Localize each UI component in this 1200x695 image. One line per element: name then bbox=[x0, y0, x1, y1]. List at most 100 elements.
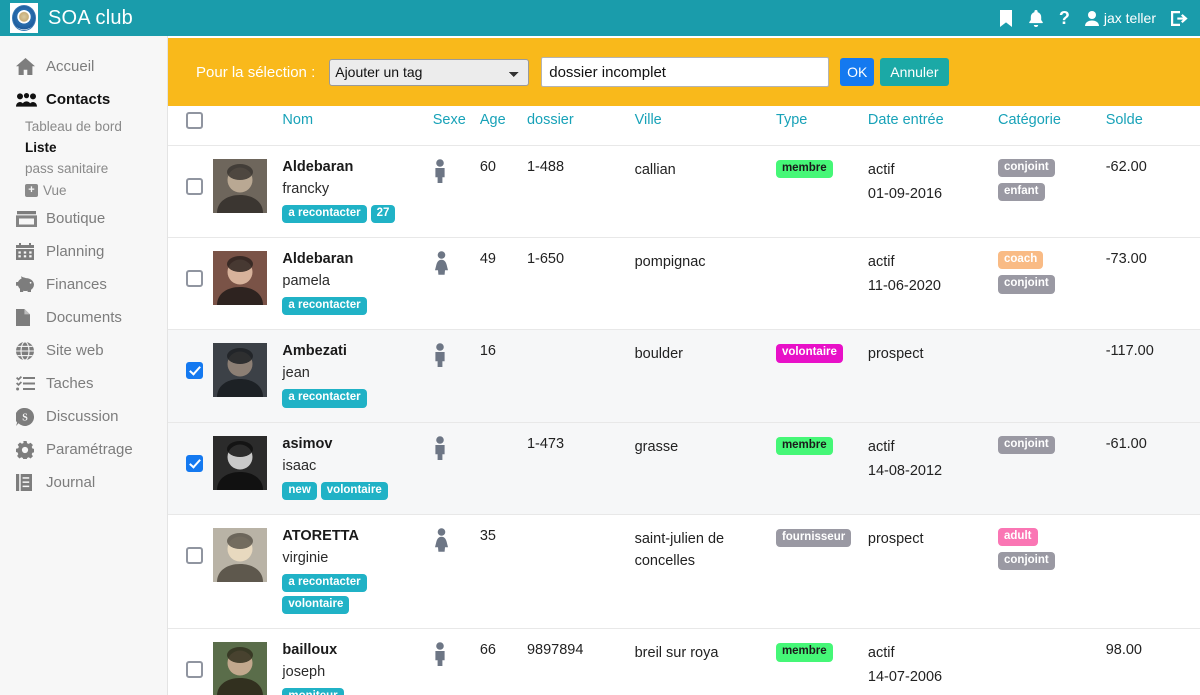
categorie-cell: conjoint bbox=[998, 421, 1106, 515]
contact-tag[interactable]: a recontacter bbox=[282, 205, 367, 224]
date-text: 14-08-2012 bbox=[867, 462, 943, 479]
row-select-cell[interactable] bbox=[168, 144, 213, 238]
table-row[interactable]: ATORETTA virginie a recontacter volontaire 3… bbox=[168, 513, 1200, 629]
contact-tag[interactable]: volontaire bbox=[282, 596, 350, 615]
select-all-checkbox[interactable] bbox=[186, 112, 203, 129]
name-cell[interactable]: asimov isaac new volontaire bbox=[282, 421, 433, 515]
row-checkbox[interactable] bbox=[186, 362, 203, 380]
column-ville[interactable]: Ville bbox=[635, 106, 776, 146]
contact-tag[interactable]: a recontacter bbox=[282, 389, 367, 408]
column-categorie[interactable]: Catégorie bbox=[998, 106, 1106, 146]
ok-button[interactable]: OK bbox=[840, 58, 875, 86]
table-row[interactable]: Aldebaran pamela a recontacter 49 1-650 pompi… bbox=[168, 237, 1200, 330]
sidebar-item-finances[interactable]: Finances bbox=[0, 268, 167, 301]
table-row[interactable]: Ambezati jean a recontacter 16 boulder volont… bbox=[168, 329, 1200, 423]
sidebar-subitem-liste[interactable]: Liste bbox=[0, 137, 167, 158]
name-cell[interactable]: ATORETTA virginie a recontacter volontaire bbox=[282, 513, 433, 629]
row-select-cell[interactable] bbox=[168, 513, 213, 629]
brand-name: SOA club bbox=[48, 6, 133, 29]
table-row[interactable]: Aldebaran francky a recontacter 27 60 1-488 ca… bbox=[168, 144, 1200, 238]
contact-firstname: isaac bbox=[282, 457, 317, 474]
sidebar-item-boutique[interactable]: Boutique bbox=[0, 202, 167, 235]
row-select-cell[interactable] bbox=[168, 329, 213, 423]
contact-firstname: joseph bbox=[282, 664, 326, 681]
column-solde[interactable]: Solde bbox=[1106, 106, 1200, 146]
column-sexe[interactable]: Sexe bbox=[433, 106, 480, 146]
avatar bbox=[212, 343, 283, 398]
male-icon bbox=[433, 642, 480, 667]
sidebar-item-planning[interactable]: Planning bbox=[0, 235, 167, 268]
age-cell bbox=[479, 421, 527, 515]
sidebar-subitem-pass-sanitaire[interactable]: pass sanitaire bbox=[0, 158, 167, 179]
contact-tag[interactable]: new bbox=[282, 481, 317, 500]
sidebar-item-site-web[interactable]: Site web bbox=[0, 334, 167, 367]
avatar-cell bbox=[212, 628, 283, 695]
column-dossier[interactable]: dossier bbox=[527, 106, 635, 146]
bell-icon[interactable] bbox=[1028, 9, 1044, 27]
type-cell: membre bbox=[775, 628, 868, 695]
dossier-cell bbox=[526, 329, 635, 423]
avatar-cell bbox=[212, 421, 283, 515]
sidebar-subitem-tableau-de-bord[interactable]: Tableau de bord bbox=[0, 116, 167, 137]
category-list: conjoint bbox=[998, 435, 1106, 454]
tag-list: a recontacter bbox=[282, 297, 412, 316]
row-checkbox[interactable] bbox=[186, 178, 203, 195]
row-select-cell[interactable] bbox=[168, 421, 213, 515]
column-type[interactable]: Type bbox=[776, 106, 868, 146]
sidebar-item-taches[interactable]: Taches bbox=[0, 367, 167, 400]
brand[interactable]: SOA club bbox=[0, 3, 133, 33]
row-checkbox[interactable] bbox=[186, 454, 203, 472]
name-cell[interactable]: Aldebaran pamela a recontacter bbox=[282, 237, 433, 330]
sidebar-item-journal[interactable]: Journal bbox=[0, 466, 167, 499]
sidebar-item-label: Planning bbox=[46, 243, 105, 260]
dossier-cell: 9897894 bbox=[526, 628, 635, 695]
name-cell[interactable]: Aldebaran francky a recontacter 27 bbox=[282, 144, 433, 238]
cancel-button[interactable]: Annuler bbox=[880, 58, 949, 86]
row-checkbox[interactable] bbox=[186, 661, 203, 679]
contact-tag[interactable]: 27 bbox=[370, 205, 396, 224]
tag-value-input[interactable] bbox=[541, 57, 830, 87]
help-icon[interactable]: ? bbox=[1059, 9, 1070, 27]
sidebar-item-accueil[interactable]: Accueil bbox=[0, 50, 167, 83]
sidebar-item-parametrage[interactable]: Paramétrage bbox=[0, 433, 167, 466]
avatar bbox=[212, 527, 283, 582]
sidebar-subitem-vue[interactable]: + Vue bbox=[0, 179, 167, 202]
status-text: prospect bbox=[867, 346, 924, 363]
contact-lastname: Ambezati bbox=[282, 343, 347, 360]
type-cell: membre bbox=[775, 421, 868, 515]
bookmark-icon[interactable] bbox=[999, 9, 1013, 27]
contact-firstname: virginie bbox=[282, 549, 329, 566]
bulk-action-select[interactable]: Ajouter un tag bbox=[329, 58, 530, 86]
column-date[interactable]: Date entrée bbox=[868, 106, 998, 146]
name-cell[interactable]: bailloux joseph moniteur bbox=[282, 628, 433, 695]
dossier-cell: 1-488 bbox=[526, 144, 635, 238]
selection-label: Pour la sélection : bbox=[196, 63, 316, 81]
plus-box-icon: + bbox=[25, 184, 38, 197]
contact-tag[interactable]: volontaire bbox=[320, 481, 388, 500]
dossier-cell: 1-473 bbox=[526, 421, 635, 515]
table-row[interactable]: bailloux joseph moniteur 669897894breil sur… bbox=[168, 628, 1200, 695]
category-list: adult conjoint bbox=[998, 527, 1106, 571]
tag-list: new volontaire bbox=[282, 481, 412, 500]
column-age[interactable]: Age bbox=[480, 106, 527, 146]
column-select-all[interactable] bbox=[168, 106, 213, 146]
gender-cell bbox=[432, 329, 480, 423]
name-cell[interactable]: Ambezati jean a recontacter bbox=[282, 329, 433, 423]
category-badge: enfant bbox=[998, 183, 1045, 202]
row-checkbox[interactable] bbox=[186, 270, 203, 288]
top-bar-actions: ? jax teller bbox=[999, 9, 1200, 27]
user-menu[interactable]: jax teller bbox=[1084, 10, 1156, 26]
gear-icon bbox=[16, 440, 37, 459]
table-row[interactable]: asimov isaac new volontaire 1-473 grasse membr… bbox=[168, 421, 1200, 515]
sidebar-item-documents[interactable]: Documents bbox=[0, 301, 167, 334]
column-nom[interactable]: Nom bbox=[282, 106, 432, 146]
contact-tag[interactable]: moniteur bbox=[282, 688, 344, 695]
sidebar-item-discussion[interactable]: S Discussion bbox=[0, 400, 167, 433]
logout-icon[interactable] bbox=[1171, 10, 1188, 26]
contact-tag[interactable]: a recontacter bbox=[282, 573, 367, 593]
contact-tag[interactable]: a recontacter bbox=[282, 297, 367, 316]
row-select-cell[interactable] bbox=[168, 237, 213, 330]
row-select-cell[interactable] bbox=[168, 628, 213, 695]
sidebar-item-contacts[interactable]: Contacts bbox=[0, 83, 167, 116]
row-checkbox[interactable] bbox=[186, 546, 203, 564]
